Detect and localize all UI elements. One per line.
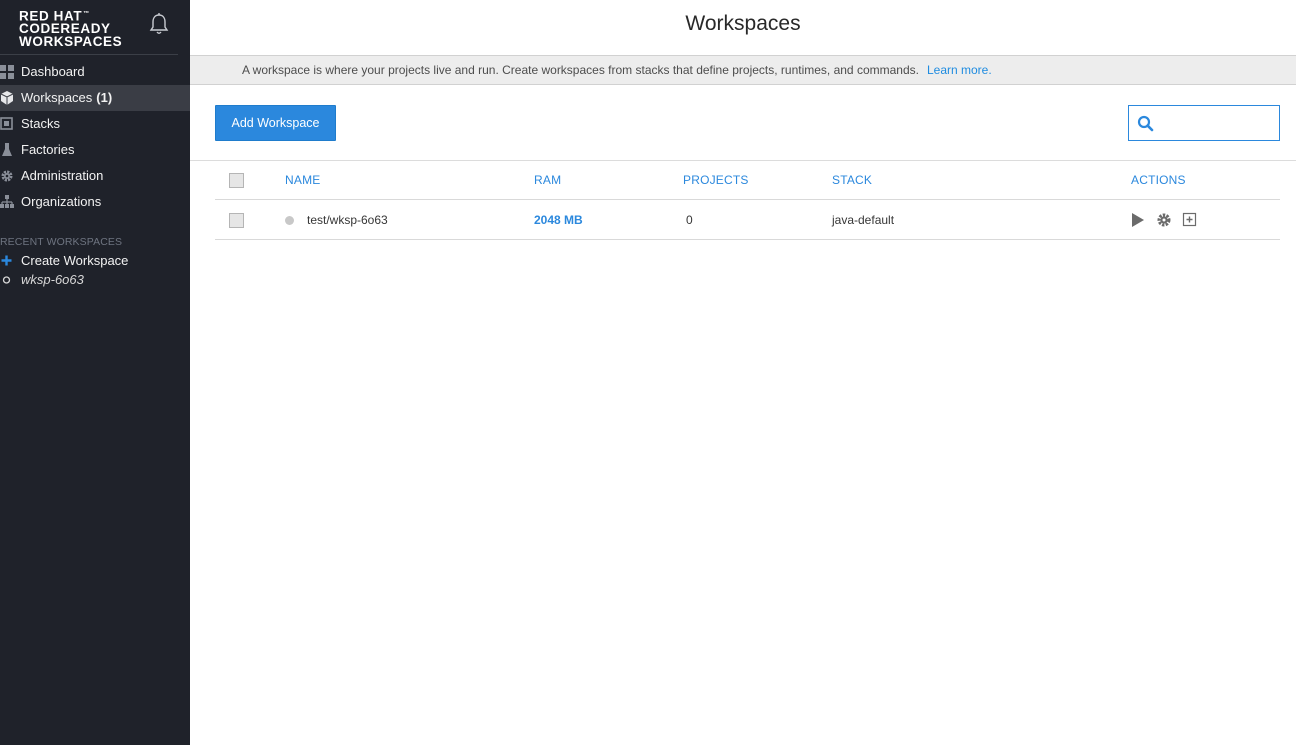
add-project-icon[interactable] <box>1182 212 1198 228</box>
plus-icon <box>1 255 12 266</box>
brand-line-3: WORKSPACES <box>19 33 123 49</box>
select-all-cell <box>229 160 244 200</box>
circle-icon <box>2 276 11 284</box>
column-header-ram[interactable]: RAM <box>534 160 561 200</box>
info-description: A workspace is where your projects live … <box>242 63 919 77</box>
recent-item-label: wksp-6o63 <box>21 272 84 287</box>
column-header-projects[interactable]: PROJECTS <box>683 160 749 200</box>
page-header: Workspaces <box>190 0 1296 56</box>
sidebar-item-factories[interactable]: Factories <box>0 137 190 163</box>
recent-workspace-item[interactable]: wksp-6o63 <box>0 271 180 289</box>
ram-cell: 2048 MB <box>534 200 583 240</box>
projects-value: 0 <box>686 213 693 227</box>
sidebar-item-label: Dashboard <box>21 64 85 79</box>
search-box[interactable] <box>1128 105 1280 141</box>
workspaces-table: NAME RAM PROJECTS STACK ACTIONS test/wks… <box>215 160 1280 240</box>
gear-icon <box>1 170 13 182</box>
table-header-row: NAME RAM PROJECTS STACK ACTIONS <box>215 160 1280 200</box>
recent-workspaces-heading: RECENT WORKSPACES <box>0 236 123 248</box>
sidebar-item-organizations[interactable]: Organizations <box>0 189 190 215</box>
play-icon[interactable] <box>1130 212 1146 228</box>
workspaces-cube-icon <box>0 91 14 105</box>
gear-icon[interactable] <box>1156 212 1172 228</box>
row-checkbox[interactable] <box>229 212 244 228</box>
sidebar-item-administration[interactable]: Administration <box>0 163 190 189</box>
stack-value: java-default <box>832 213 895 227</box>
workspace-count-badge: (1) <box>96 90 113 105</box>
workspace-name[interactable]: test/wksp-6o63 <box>307 213 388 227</box>
sidebar-item-label: Organizations <box>21 194 102 209</box>
dashboard-icon <box>0 65 14 79</box>
sidebar-item-text: Workspaces <box>21 90 93 105</box>
add-workspace-button[interactable]: Add Workspace <box>215 105 336 141</box>
learn-more-link[interactable]: Learn more. <box>927 63 992 77</box>
column-header-name[interactable]: NAME <box>285 160 320 200</box>
sidebar-item-label: Stacks <box>21 116 61 131</box>
ram-value[interactable]: 2048 MB <box>534 213 583 227</box>
sidebar-item-stacks[interactable]: Stacks <box>0 111 190 137</box>
sidebar-item-label: Administration <box>21 168 104 183</box>
page-title: Workspaces <box>685 12 801 35</box>
sidebar-nav: Dashboard Workspaces (1) Stacks Factories <box>0 59 190 215</box>
search-input[interactable] <box>1159 111 1275 135</box>
recent-item-label: Create Workspace <box>21 253 129 268</box>
workspace-name-cell[interactable]: test/wksp-6o63 <box>285 200 388 240</box>
info-bar: A workspace is where your projects live … <box>190 56 1296 85</box>
status-indicator <box>285 215 294 225</box>
main-content: Workspaces A workspace is where your pro… <box>190 0 1296 745</box>
organizations-icon <box>0 195 14 208</box>
column-header-stack[interactable]: STACK <box>832 160 872 200</box>
actions-cell <box>1130 200 1208 240</box>
row-select-cell <box>229 200 244 240</box>
select-all-checkbox[interactable] <box>229 172 244 188</box>
stacks-icon <box>0 117 13 130</box>
bell-icon[interactable] <box>148 12 170 36</box>
factories-icon <box>2 143 12 156</box>
sidebar: RED HAT CODEREADY WORKSPACES Dashboard W… <box>0 0 190 745</box>
create-workspace-link[interactable]: Create Workspace <box>0 252 180 270</box>
sidebar-item-label: Factories <box>21 142 75 157</box>
info-text: A workspace is where your projects live … <box>242 63 992 77</box>
search-icon <box>1137 115 1154 132</box>
table-row[interactable]: test/wksp-6o63 2048 MB 0 java-default <box>215 200 1280 240</box>
sidebar-divider <box>0 54 178 55</box>
column-header-actions: ACTIONS <box>1131 173 1186 187</box>
sidebar-item-workspaces[interactable]: Workspaces (1) <box>0 85 190 111</box>
brand-logo[interactable]: RED HAT CODEREADY WORKSPACES <box>19 8 139 48</box>
sidebar-item-dashboard[interactable]: Dashboard <box>0 59 190 85</box>
sidebar-item-label: Workspaces (1) <box>21 90 112 105</box>
